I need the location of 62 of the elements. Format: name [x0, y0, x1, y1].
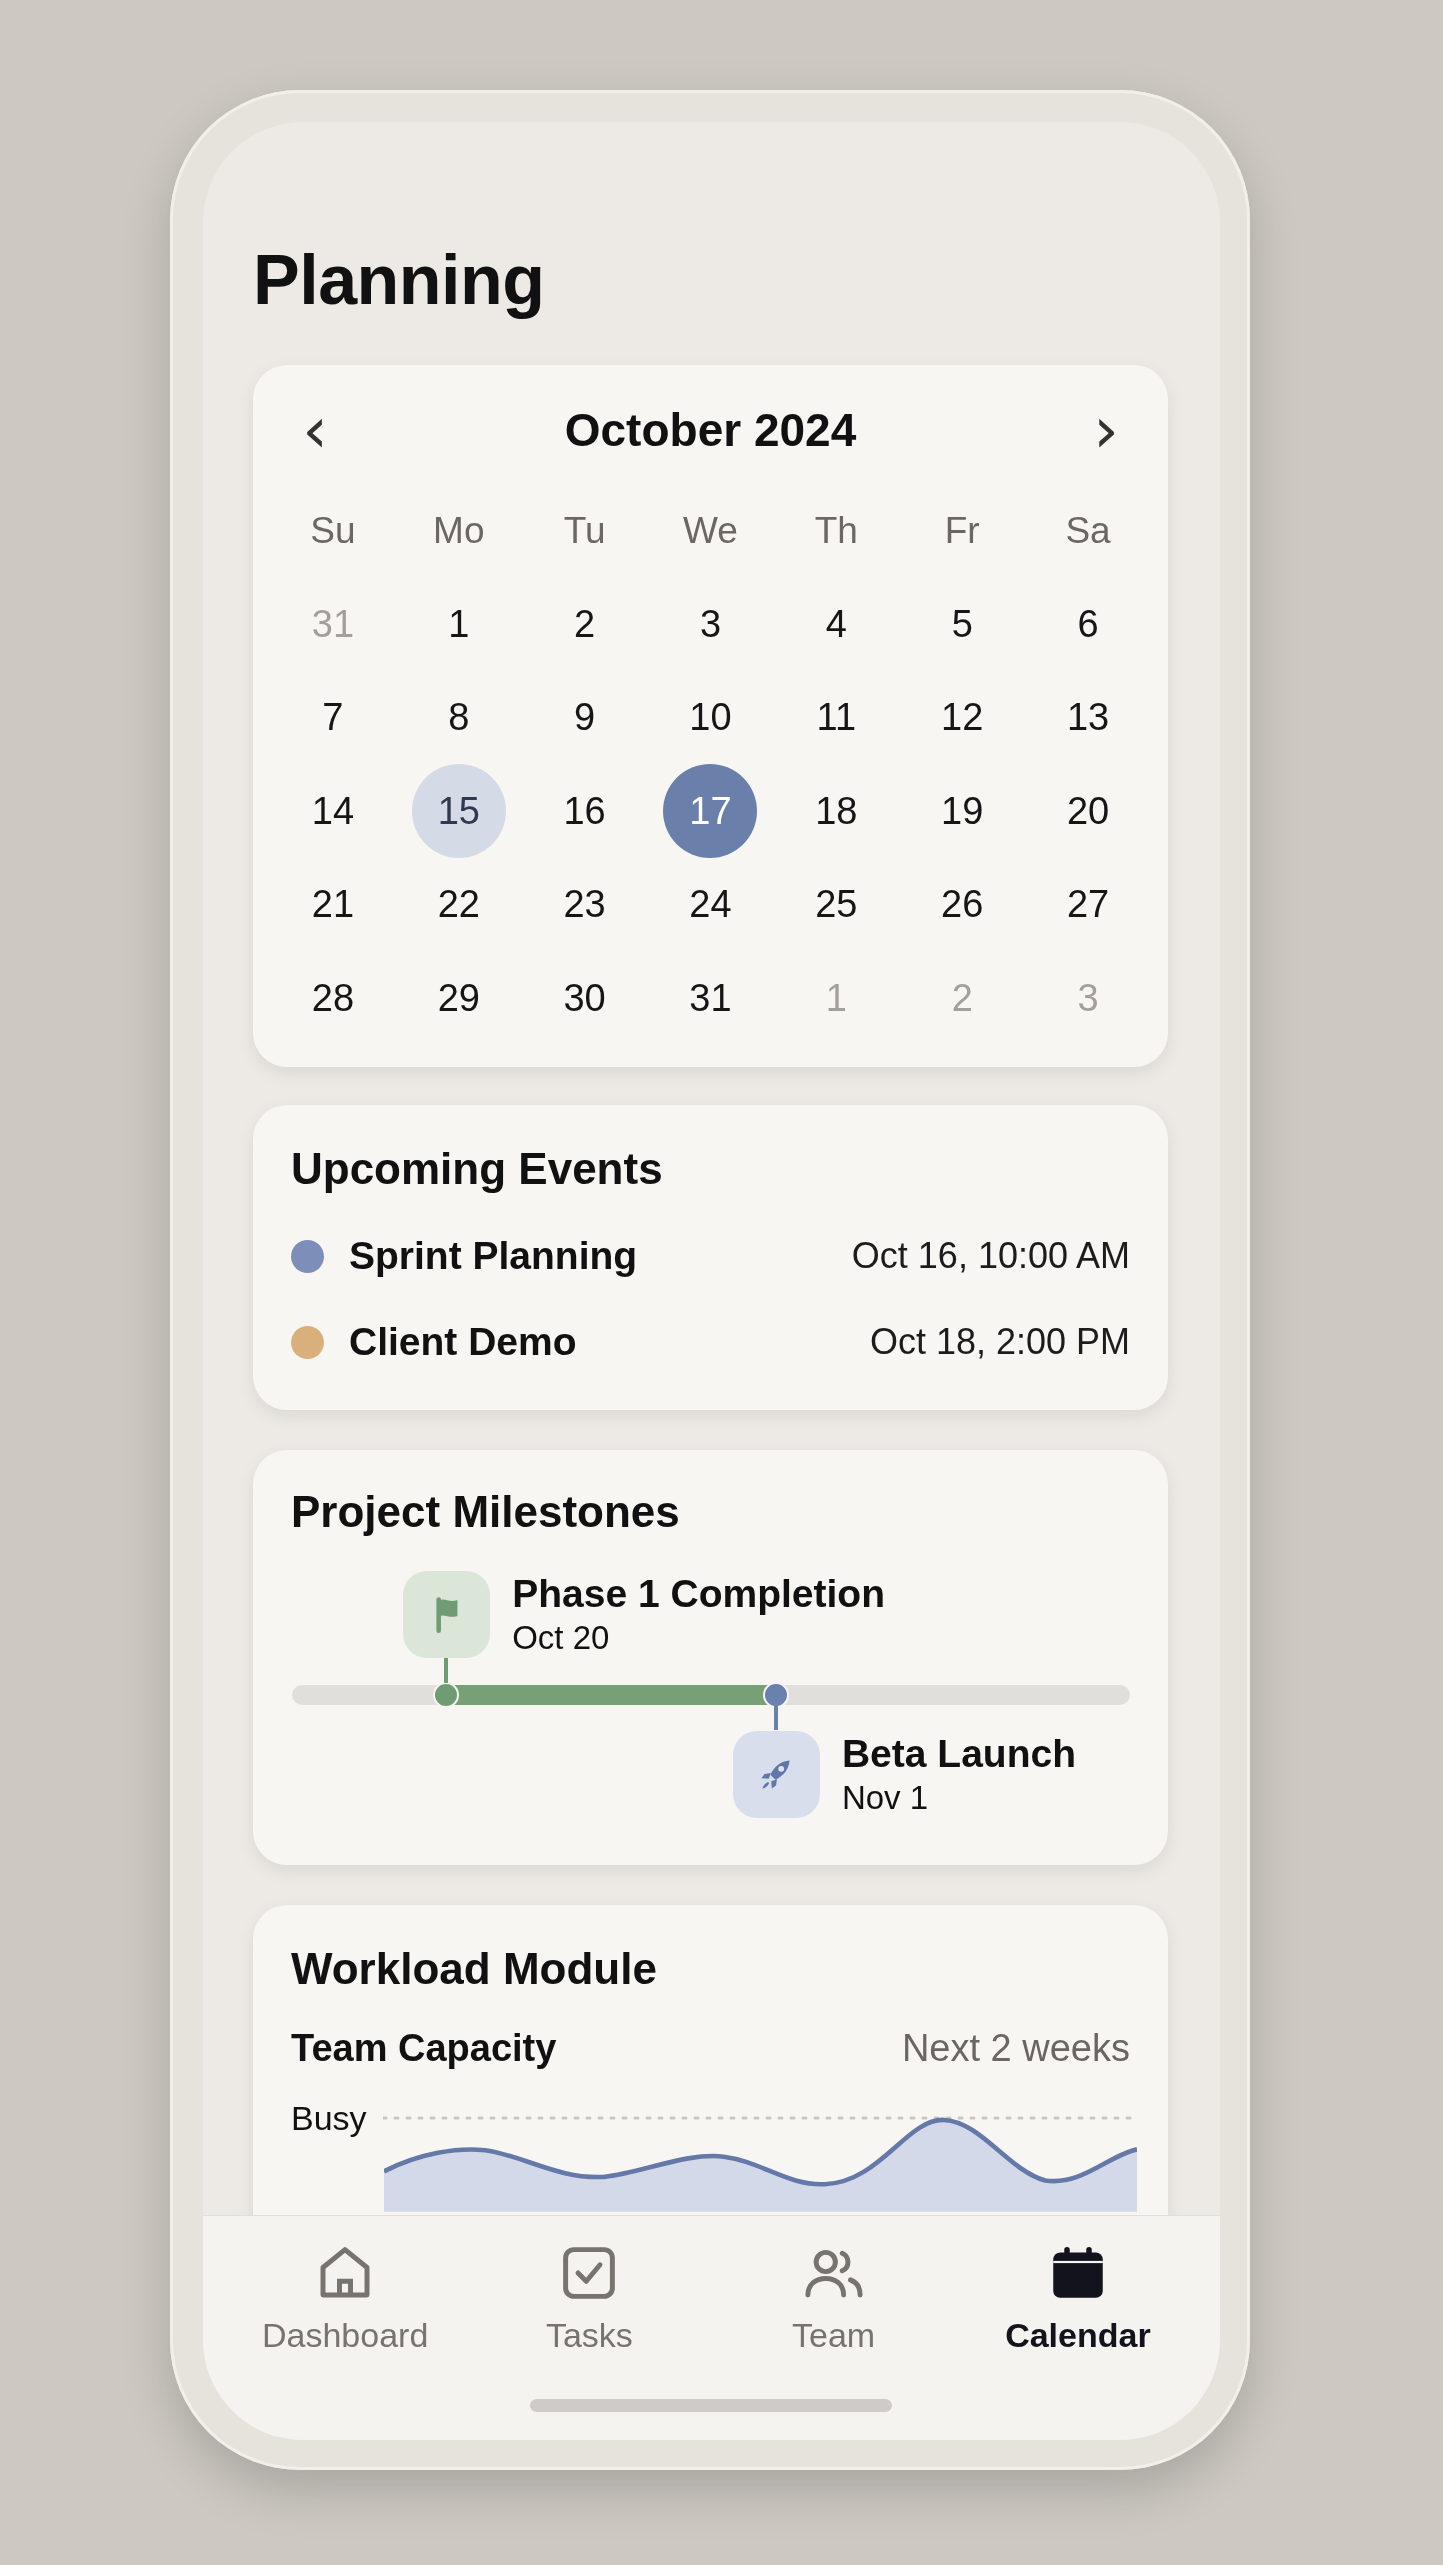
calendar-day[interactable]: 6 — [1041, 577, 1136, 672]
axis-label: Busy — [291, 2098, 367, 2139]
nav-tab[interactable]: Team — [711, 2216, 956, 2356]
milestone-date: Oct 20 — [512, 1618, 611, 1658]
calendar-day[interactable]: 19 — [915, 764, 1010, 859]
weekday-label: Sa — [1065, 509, 1111, 552]
calendar-day[interactable]: 4 — [789, 577, 884, 672]
weekday-label: Su — [310, 509, 356, 552]
calendar-day[interactable]: 12 — [915, 670, 1010, 765]
calendar-day[interactable]: 27 — [1041, 857, 1136, 952]
milestone-date: Nov 1 — [841, 1778, 930, 1818]
previous-month-button[interactable]: ‹ — [270, 397, 360, 463]
calendar-day[interactable]: 2 — [537, 577, 632, 672]
month-title: October 2024 — [564, 403, 857, 457]
milestone-name: Beta Launch — [841, 1731, 1076, 1777]
weekday-label: Th — [814, 509, 858, 552]
calendar-day[interactable]: 16 — [537, 764, 632, 859]
event-name: Client Demo — [349, 1320, 577, 1364]
calendar-day[interactable]: 23 — [537, 857, 632, 952]
calendar-day[interactable]: 29 — [411, 951, 506, 1046]
calendar-day[interactable]: 17 — [663, 764, 758, 859]
event-time: Oct 16, 10:00 AM — [851, 1235, 1130, 1277]
calendar-day[interactable]: 21 — [285, 857, 380, 952]
calendar-day[interactable]: 8 — [411, 670, 506, 765]
calendar-day[interactable]: 13 — [1041, 670, 1136, 765]
page-title: Planning — [253, 240, 546, 321]
calendar-day[interactable]: 31 — [663, 951, 758, 1046]
nav-tab[interactable]: Tasks — [467, 2216, 712, 2356]
milestone-name: Phase 1 Completion — [512, 1571, 885, 1617]
card-title: Upcoming Events — [291, 1143, 664, 1195]
calendar-day[interactable]: 11 — [789, 670, 884, 765]
marker-stem — [773, 1704, 778, 1730]
date-range-label: Next 2 weeks — [901, 2027, 1130, 2070]
calendar-day[interactable]: 5 — [915, 577, 1010, 672]
card-title: Workload Module — [291, 1943, 658, 1995]
weekday-label: Mo — [433, 509, 485, 552]
calendar-day[interactable]: 30 — [537, 951, 632, 1046]
event-time: Oct 18, 2:00 PM — [869, 1321, 1130, 1363]
calendar-day[interactable]: 28 — [285, 951, 380, 1046]
calendar-day[interactable]: 1 — [411, 577, 506, 672]
calendar-day[interactable]: 3 — [663, 577, 758, 672]
calendar-day[interactable]: 18 — [789, 764, 884, 859]
calendar-day[interactable]: 20 — [1041, 764, 1136, 859]
next-month-button[interactable]: › — [1061, 397, 1151, 463]
event-name: Sprint Planning — [349, 1234, 638, 1278]
section-subtitle: Team Capacity — [291, 2027, 557, 2070]
calendar-day[interactable]: 10 — [663, 670, 758, 765]
nav-tab[interactable]: Dashboard — [223, 2216, 468, 2356]
weekday-label: We — [683, 509, 738, 552]
calendar-day[interactable]: 24 — [663, 857, 758, 952]
nav-tab[interactable]: Calendar — [955, 2216, 1200, 2356]
weekday-label: Fr — [944, 509, 980, 552]
calendar-day[interactable]: 15 — [411, 764, 506, 859]
calendar-day[interactable]: 7 — [285, 670, 380, 765]
calendar-day[interactable]: 14 — [285, 764, 380, 859]
card-title: Project Milestones — [291, 1486, 681, 1538]
calendar-day[interactable]: 25 — [789, 857, 884, 952]
marker-stem — [444, 1657, 449, 1683]
calendar-day[interactable]: 22 — [411, 857, 506, 952]
calendar-day[interactable]: 26 — [915, 857, 1010, 952]
weekday-label: Tu — [563, 509, 606, 552]
calendar-day[interactable]: 9 — [537, 670, 632, 765]
